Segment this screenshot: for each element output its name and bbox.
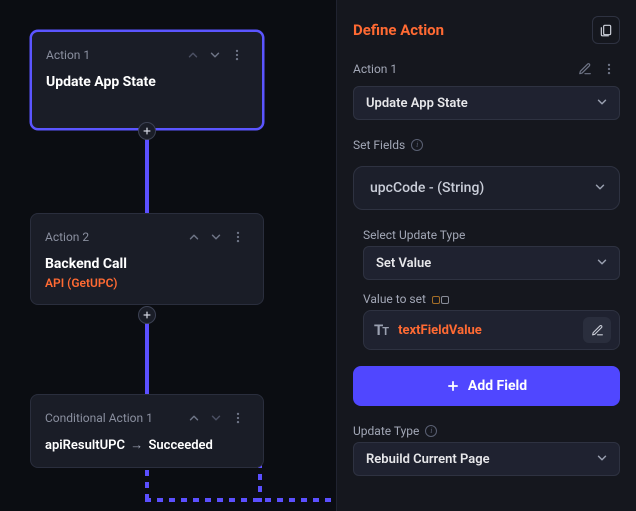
select-value: Set Value: [376, 256, 595, 271]
add-field-label: Add Field: [468, 378, 527, 394]
field-select[interactable]: upcCode - (String): [353, 166, 620, 210]
conditional-node-1[interactable]: Conditional Action 1 apiResultUPC → Succ…: [30, 394, 264, 468]
move-up-icon[interactable]: [183, 226, 205, 248]
select-value: Rebuild Current Page: [366, 452, 595, 467]
info-icon[interactable]: i: [411, 139, 423, 151]
node-label: Action 2: [45, 230, 183, 244]
workflow-canvas[interactable]: Action 1 Update App State Action 2: [0, 0, 336, 511]
rename-icon[interactable]: [574, 58, 596, 80]
text-type-icon: TT: [374, 321, 388, 339]
action-node-1[interactable]: Action 1 Update App State: [30, 30, 264, 130]
update-type2-label: Update Type i: [353, 424, 620, 438]
move-up-icon: [182, 44, 204, 66]
move-down-icon[interactable]: [205, 226, 227, 248]
variable-swap-icon[interactable]: [432, 294, 449, 304]
node-title: Update App State: [46, 74, 248, 90]
edge-23: [145, 314, 149, 394]
action-type-select[interactable]: Update App State: [353, 86, 620, 120]
edge-12: [145, 130, 149, 213]
edit-value-icon[interactable]: [583, 317, 611, 343]
arrow-right-glyph: →: [130, 438, 143, 453]
chevron-down-icon: [595, 450, 609, 469]
add-node-after-2[interactable]: [138, 306, 156, 324]
move-down-icon: [205, 407, 227, 429]
update-type2-select[interactable]: Rebuild Current Page: [353, 442, 620, 476]
move-up-icon[interactable]: [183, 407, 205, 429]
more-icon[interactable]: [598, 58, 620, 80]
info-icon[interactable]: i: [425, 425, 437, 437]
move-down-icon[interactable]: [204, 44, 226, 66]
update-type-select[interactable]: Set Value: [363, 246, 620, 280]
chevron-down-icon: [593, 179, 607, 198]
copy-action-icon[interactable]: [592, 16, 620, 44]
node-label: Action 1: [46, 48, 182, 62]
cond-right: Succeeded: [148, 438, 212, 453]
node-label: Conditional Action 1: [45, 411, 183, 425]
add-field-button[interactable]: Add Field: [353, 366, 620, 406]
node-title: Backend Call: [45, 256, 249, 272]
select-value: upcCode - (String): [370, 180, 593, 196]
condition-text: apiResultUPC → Succeeded: [45, 437, 249, 453]
edge-below-dash-h: [145, 498, 336, 502]
more-icon[interactable]: [227, 226, 249, 248]
more-icon[interactable]: [226, 44, 248, 66]
chevron-down-icon: [595, 94, 609, 113]
select-value: Update App State: [366, 96, 595, 111]
value-to-set-row: TT textFieldValue: [363, 310, 620, 350]
node-subtitle: API (GetUPC): [45, 276, 249, 290]
cond-left: apiResultUPC: [45, 438, 125, 453]
update-type-label: Select Update Type: [353, 228, 620, 242]
value-to-set-label: Value to set: [353, 292, 620, 306]
action-node-2[interactable]: Action 2 Backend Call API (GetUPC): [30, 213, 264, 305]
add-node-after-1[interactable]: [138, 122, 156, 140]
panel-title: Define Action: [353, 21, 592, 39]
more-icon[interactable]: [227, 407, 249, 429]
value-expression: textFieldValue: [398, 323, 573, 338]
set-fields-label: Set Fields i: [353, 138, 620, 152]
action-label: Action 1: [353, 62, 566, 76]
chevron-down-icon: [595, 254, 609, 273]
right-panel: Define Action Action 1 Update App State: [336, 0, 636, 511]
